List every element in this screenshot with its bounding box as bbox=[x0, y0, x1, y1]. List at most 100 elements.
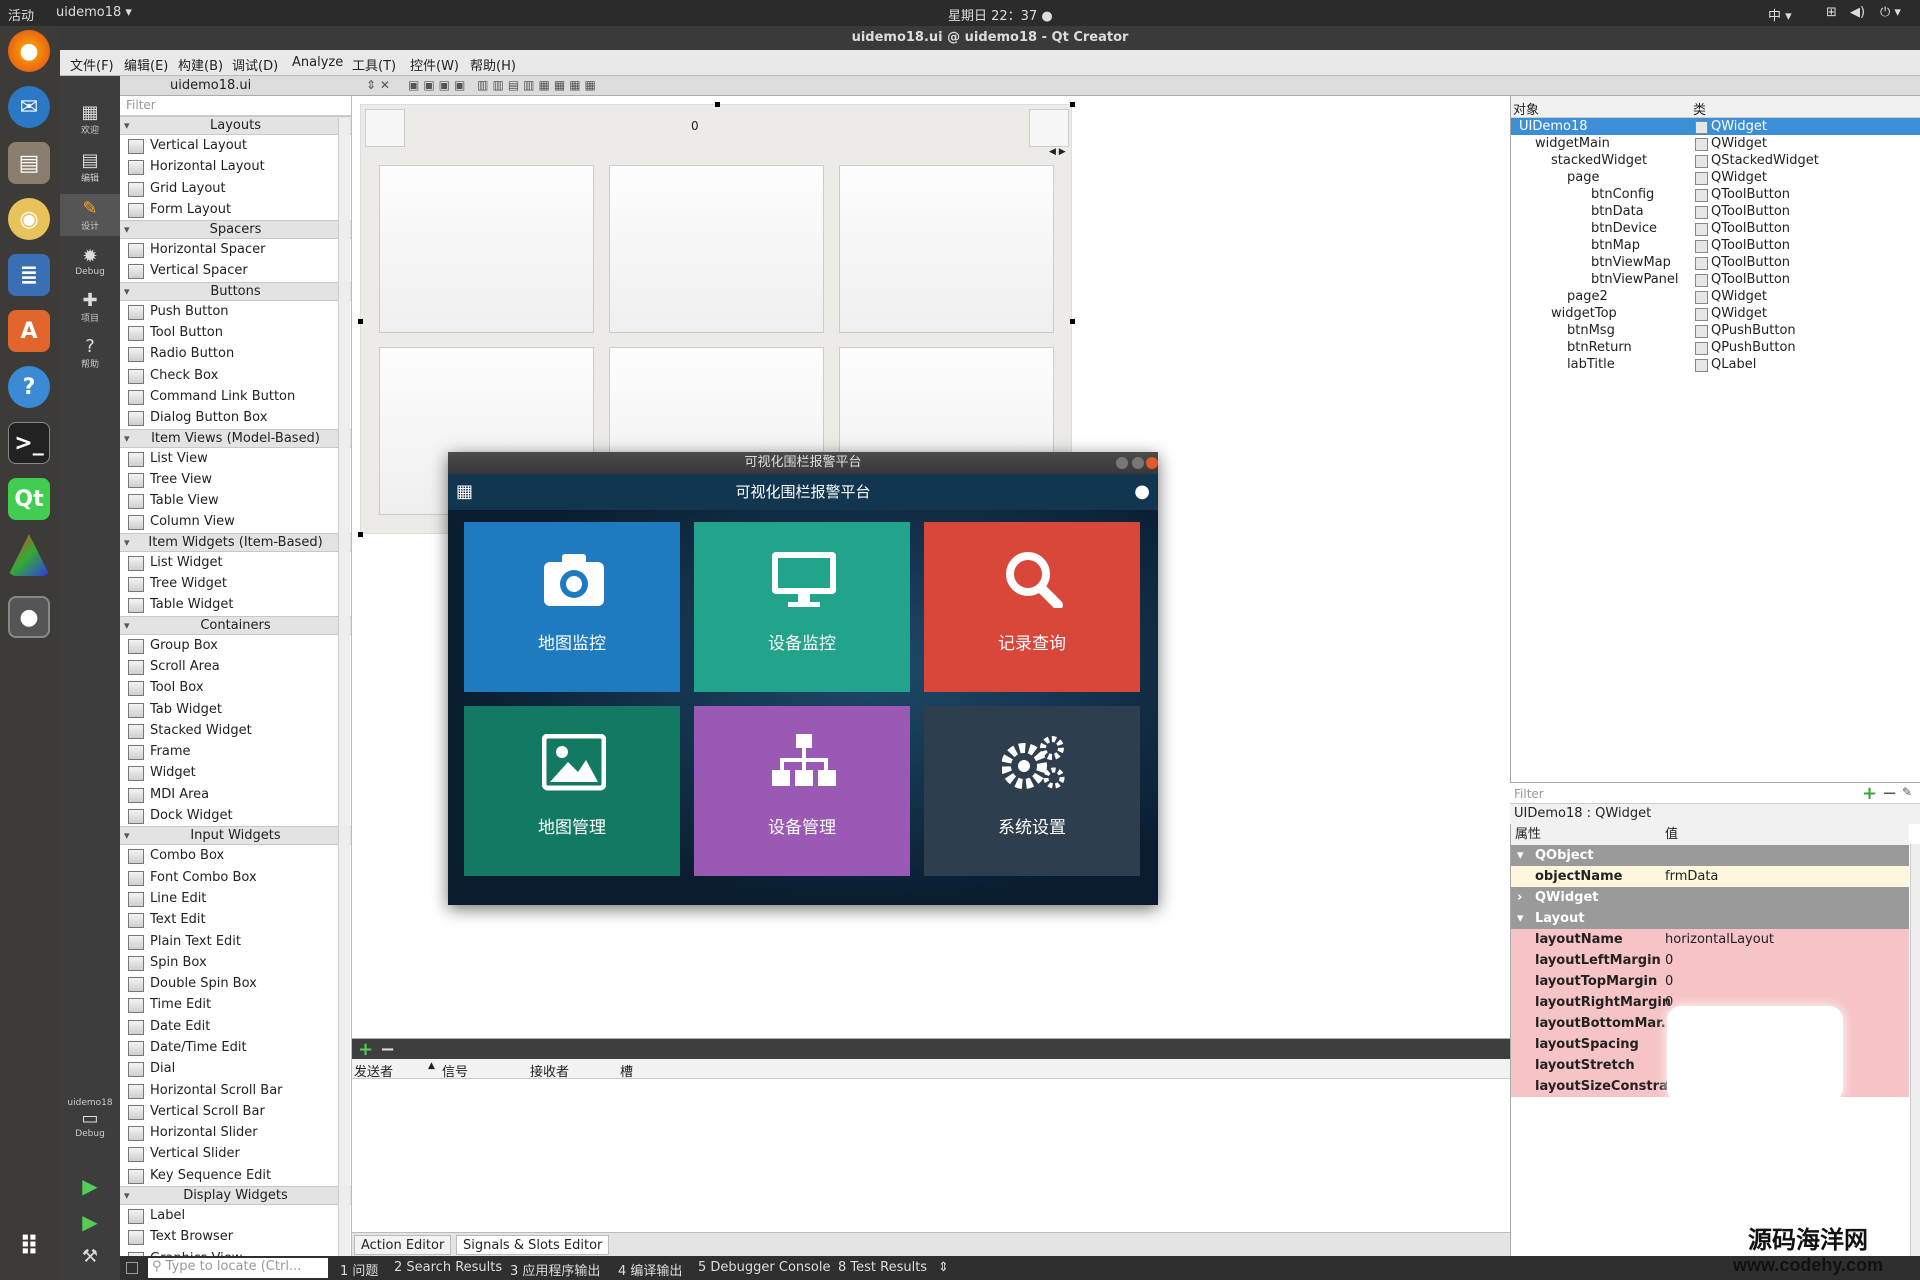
menu-widgets[interactable]: 控件(W) bbox=[410, 55, 459, 74]
object-tree-row[interactable]: labTitle QLabel bbox=[1511, 356, 1920, 373]
widget-date-edit[interactable]: Date Edit bbox=[120, 1016, 351, 1037]
resize-handle[interactable] bbox=[358, 532, 363, 537]
resize-handle[interactable] bbox=[1070, 102, 1075, 107]
object-tree-row[interactable]: page QWidget bbox=[1511, 169, 1920, 186]
thunderbird-icon[interactable]: ✉ bbox=[8, 86, 50, 128]
category-layouts[interactable]: Layouts bbox=[120, 116, 351, 135]
widget-text-edit[interactable]: Text Edit bbox=[120, 909, 351, 930]
widget-push-button[interactable]: Push Button bbox=[120, 301, 351, 322]
prism-app-icon[interactable] bbox=[8, 534, 50, 576]
tile-device-manage[interactable]: 设备管理 bbox=[694, 706, 910, 876]
remove-property-icon[interactable]: − bbox=[1882, 783, 1897, 804]
object-tree-row[interactable]: widgetTop QWidget bbox=[1511, 305, 1920, 322]
mode-design[interactable]: ✎ 设计 bbox=[60, 194, 120, 236]
resize-handle[interactable] bbox=[358, 319, 363, 324]
property-group[interactable]: QObject ▾ bbox=[1511, 845, 1909, 866]
object-tree-row[interactable]: UIDemo18 QWidget bbox=[1511, 118, 1920, 135]
widget-horizontal-scroll-bar[interactable]: Horizontal Scroll Bar bbox=[120, 1080, 351, 1101]
show-apps-icon[interactable]: ⠿ bbox=[8, 1226, 50, 1268]
object-tree-row[interactable]: btnReturn QPushButton bbox=[1511, 339, 1920, 356]
pane-app-output[interactable]: 3 应用程序输出 bbox=[510, 1260, 600, 1279]
clock[interactable]: 星期日 22：37 ● bbox=[948, 5, 1053, 24]
rhythmbox-icon[interactable]: ◉ bbox=[8, 198, 50, 240]
property-row[interactable]: layoutName horizontalLayout bbox=[1511, 929, 1909, 950]
widget-table-view[interactable]: Table View bbox=[120, 490, 351, 511]
files-icon[interactable]: ▤ bbox=[8, 142, 50, 184]
tile-record-query[interactable]: 记录查询 bbox=[924, 522, 1140, 692]
widget-tool-button[interactable]: Tool Button bbox=[120, 322, 351, 343]
build-button[interactable]: ⚒ bbox=[60, 1246, 120, 1267]
object-tree-row[interactable]: btnMap QToolButton bbox=[1511, 237, 1920, 254]
object-tree-row[interactable]: btnMsg QPushButton bbox=[1511, 322, 1920, 339]
object-tree-row[interactable]: btnViewMap QToolButton bbox=[1511, 254, 1920, 271]
toggle-sidebar-icon[interactable] bbox=[126, 1262, 138, 1274]
widget-scroll-area[interactable]: Scroll Area bbox=[120, 656, 351, 677]
col-class[interactable]: 类 bbox=[1693, 99, 1706, 118]
firefox-icon[interactable]: ● bbox=[8, 30, 50, 72]
resize-handle[interactable] bbox=[1070, 319, 1075, 324]
open-file-tab[interactable]: uidemo18.ui bbox=[120, 76, 352, 96]
widget-vertical-layout[interactable]: Vertical Layout bbox=[120, 135, 351, 156]
tool-button-placeholder[interactable] bbox=[839, 165, 1054, 333]
category-display-widgets[interactable]: Display Widgets bbox=[120, 1186, 351, 1206]
writer-icon[interactable]: ≣ bbox=[8, 254, 50, 296]
resize-handle[interactable] bbox=[715, 102, 720, 107]
widget-filter-input[interactable]: Filter bbox=[120, 96, 351, 116]
btn-msg-placeholder[interactable] bbox=[1029, 109, 1069, 147]
widget-graphics-view[interactable]: Graphics View bbox=[120, 1248, 351, 1256]
qt-creator-icon[interactable]: Qt bbox=[8, 478, 50, 520]
mode-debug[interactable]: ✹ Debug bbox=[60, 246, 120, 277]
remove-connection-icon[interactable]: − bbox=[380, 1039, 395, 1060]
widget-column-view[interactable]: Column View bbox=[120, 511, 351, 532]
widget-tree-view[interactable]: Tree View bbox=[120, 469, 351, 490]
menu-edit[interactable]: 编辑(E) bbox=[124, 55, 168, 74]
col-slot[interactable]: 槽 bbox=[620, 1061, 633, 1080]
object-tree-row[interactable]: widgetMain QWidget bbox=[1511, 135, 1920, 152]
mode-projects[interactable]: ✚ 项目 bbox=[60, 290, 120, 324]
terminal-icon[interactable]: >_ bbox=[8, 422, 50, 464]
preview-titlebar[interactable]: 可视化围栏报警平台 bbox=[448, 452, 1158, 474]
widget-command-link-button[interactable]: Command Link Button bbox=[120, 386, 351, 407]
widget-grid-layout[interactable]: Grid Layout bbox=[120, 178, 351, 199]
object-tree-row[interactable]: btnViewPanel QToolButton bbox=[1511, 271, 1920, 288]
property-value[interactable]: horizontalLayout bbox=[1665, 929, 1774, 950]
btn-return-placeholder[interactable] bbox=[365, 109, 405, 147]
minimize-button[interactable] bbox=[1116, 457, 1128, 469]
widget-list-widget[interactable]: List Widget bbox=[120, 552, 351, 573]
menu-file[interactable]: 文件(F) bbox=[70, 55, 114, 74]
category-spacers[interactable]: Spacers bbox=[120, 220, 351, 240]
category-item-views-model-based[interactable]: Item Views (Model-Based) bbox=[120, 428, 351, 448]
property-row[interactable]: objectName frmData bbox=[1511, 866, 1909, 887]
mode-help[interactable]: ? 帮助 bbox=[60, 336, 120, 370]
property-row[interactable]: layoutTopMargin 0 bbox=[1511, 971, 1909, 992]
object-tree-row[interactable]: stackedWidget QStackedWidget bbox=[1511, 152, 1920, 169]
widget-tab-widget[interactable]: Tab Widget bbox=[120, 699, 351, 720]
object-tree-row[interactable]: btnData QToolButton bbox=[1511, 203, 1920, 220]
property-group[interactable]: QWidget › bbox=[1511, 887, 1909, 908]
menu-build[interactable]: 构建(B) bbox=[178, 55, 223, 74]
widget-date-time-edit[interactable]: Date/Time Edit bbox=[120, 1037, 351, 1058]
tab-signals-slots-editor[interactable]: Signals & Slots Editor bbox=[456, 1235, 610, 1255]
col-receiver[interactable]: 接收者 bbox=[530, 1061, 569, 1080]
property-value[interactable]: 0 bbox=[1665, 971, 1673, 992]
kit-selector[interactable]: uidemo18 ▭ Debug bbox=[60, 1098, 120, 1139]
property-scrollbar[interactable] bbox=[1910, 844, 1920, 1256]
widget-horizontal-spacer[interactable]: Horizontal Spacer bbox=[120, 239, 351, 260]
widget-radio-button[interactable]: Radio Button bbox=[120, 343, 351, 364]
chevron-down-icon[interactable]: ▾ bbox=[1517, 845, 1524, 866]
locator-input[interactable]: ⚲ Type to locate (Ctrl... bbox=[148, 1258, 328, 1278]
menu-analyze[interactable]: Analyze bbox=[292, 55, 343, 70]
network-icon[interactable]: ⊞ bbox=[1826, 5, 1837, 20]
tile-map-manage[interactable]: 地图管理 bbox=[464, 706, 680, 876]
debug-run-button[interactable]: ▶ bbox=[60, 1210, 120, 1234]
tile-system-settings[interactable]: 系统设置 bbox=[924, 706, 1140, 876]
widget-dock-widget[interactable]: Dock Widget bbox=[120, 805, 351, 826]
widget-dialog-button-box[interactable]: Dialog Button Box bbox=[120, 407, 351, 428]
power-icon[interactable]: ⏻ ▾ bbox=[1880, 5, 1901, 20]
help-icon[interactable]: ? bbox=[8, 366, 50, 408]
col-value[interactable]: 值 bbox=[1665, 824, 1678, 845]
tile-map-monitor[interactable]: 地图监控 bbox=[464, 522, 680, 692]
widget-double-spin-box[interactable]: Double Spin Box bbox=[120, 973, 351, 994]
chevron-right-icon[interactable]: › bbox=[1517, 887, 1522, 908]
software-center-icon[interactable]: A bbox=[8, 310, 50, 352]
